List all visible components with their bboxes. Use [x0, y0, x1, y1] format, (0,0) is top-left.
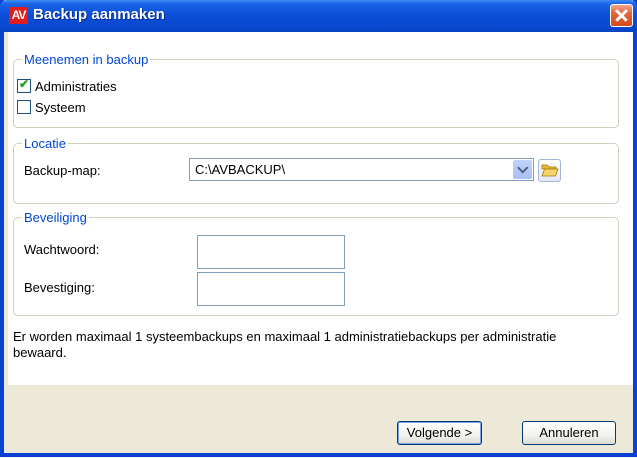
retention-info-text: Er worden maximaal 1 systeembackups en m…: [13, 329, 557, 360]
systeem-label: Systeem: [35, 100, 86, 115]
cancel-button[interactable]: Annuleren: [522, 421, 616, 445]
button-bar: Volgende > Annuleren: [8, 384, 633, 458]
password-field[interactable]: [197, 235, 345, 269]
backup-folder-value: C:\AVBACKUP\: [195, 162, 286, 177]
app-logo-icon: AV: [9, 7, 28, 24]
browse-folder-button[interactable]: [538, 159, 561, 182]
next-button[interactable]: Volgende >: [397, 421, 482, 445]
administraties-label: Administraties: [35, 79, 117, 94]
confirm-password-field[interactable]: [197, 272, 345, 306]
backup-folder-label: Backup-map:: [24, 163, 101, 178]
close-button[interactable]: [610, 4, 633, 27]
systeem-checkbox[interactable]: [17, 100, 31, 114]
administraties-checkbox[interactable]: [17, 77, 31, 93]
include-group-legend: Meenemen in backup: [24, 52, 149, 67]
administraties-checkbox-row[interactable]: Administraties: [17, 77, 117, 94]
systeem-checkbox-row[interactable]: Systeem: [17, 100, 86, 115]
confirm-label: Bevestiging:: [24, 280, 95, 295]
chevron-down-icon[interactable]: [513, 160, 532, 179]
password-label: Wachtwoord:: [24, 242, 100, 257]
title-bar[interactable]: AV Backup aanmaken: [0, 0, 637, 32]
dialog-content: Meenemen in backup Administraties Systee…: [8, 32, 633, 384]
security-group-legend: Beveiliging: [24, 210, 87, 225]
backup-folder-combobox[interactable]: C:\AVBACKUP\: [189, 158, 534, 181]
folder-open-icon: [541, 164, 559, 177]
backup-dialog: AV Backup aanmaken Meenemen in backup Ad…: [0, 0, 637, 457]
location-group-legend: Locatie: [24, 136, 66, 151]
window-title: Backup aanmaken: [33, 6, 165, 23]
